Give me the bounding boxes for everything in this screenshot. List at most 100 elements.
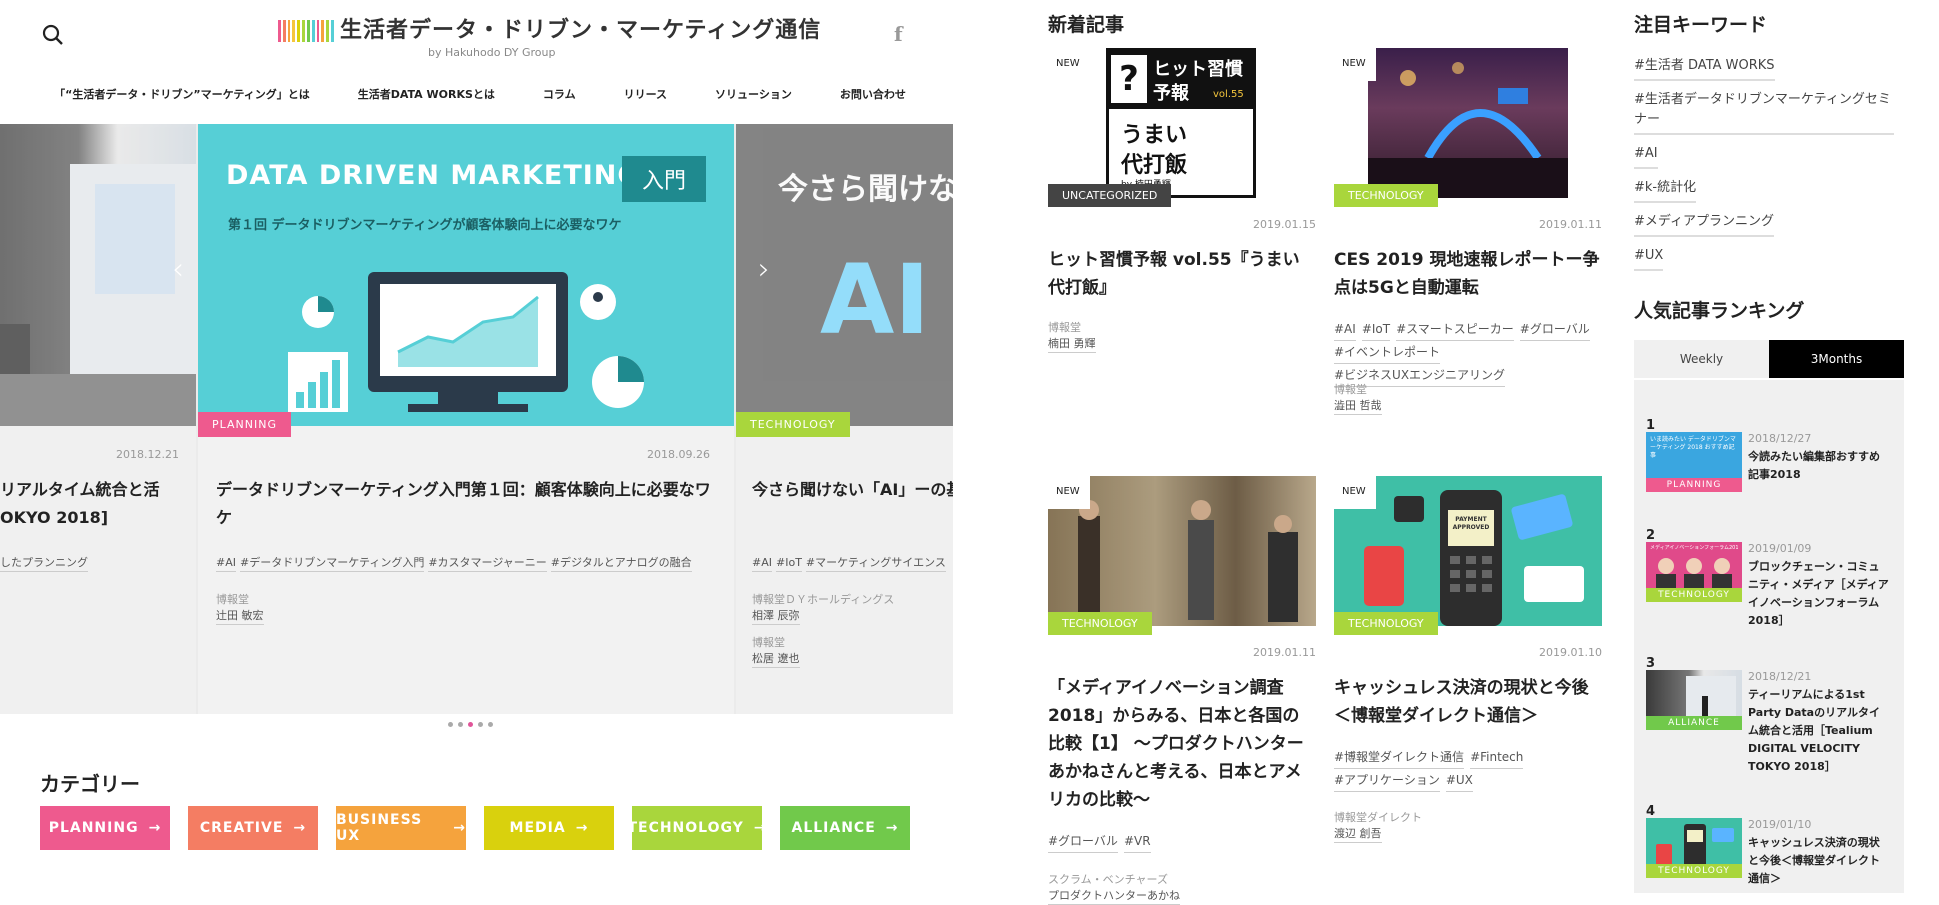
category-badge: PLANNING xyxy=(1646,478,1742,492)
keyword-link[interactable]: #生活者データドリブンマーケティングセミナー xyxy=(1634,90,1894,135)
category-label: ALLIANCE xyxy=(791,820,876,836)
tab-weekly[interactable]: Weekly xyxy=(1634,340,1769,378)
pagination-dot[interactable] xyxy=(458,722,463,727)
category-button-alliance[interactable]: ALLIANCE → xyxy=(780,806,910,850)
rank-title[interactable]: キャッシュレス決済の現状と今後＜博報堂ダイレクト通信＞ xyxy=(1748,834,1890,888)
banner-ai-text: AI xyxy=(820,244,931,356)
author-name[interactable]: 辻田 敏宏 xyxy=(216,608,264,625)
tag[interactable]: #Fintech xyxy=(1470,746,1524,769)
category-badge[interactable]: PLANNING xyxy=(198,412,291,437)
nav-item-about[interactable]: 「“生活者データ・ドリブン”マーケティング」とは xyxy=(54,86,310,108)
article-title[interactable]: ヒット習慣予報 vol.55『うまい代打飯』 xyxy=(1048,246,1316,302)
article-title[interactable]: 「メディアイノベーション調査2018」からみる、日本と各国の比較【1】 ～プロダ… xyxy=(1048,674,1316,814)
keyword-link[interactable]: #メディアプランニング xyxy=(1634,212,1774,237)
tag[interactable]: #IoT xyxy=(1361,318,1391,341)
ranking-list: 1 いま読みたい データドリブンマーケティング 2018 おすすめ記事 PLAN… xyxy=(1634,380,1904,893)
rank-number: 4 xyxy=(1646,804,1656,819)
tag[interactable]: #カスタマージャーニー xyxy=(428,556,547,572)
facebook-icon[interactable]: f xyxy=(894,22,903,46)
author-name[interactable]: 澁田 哲哉 xyxy=(1334,398,1382,415)
tag[interactable]: #アプリケーション xyxy=(1334,769,1440,792)
category-badge[interactable]: TECHNOLOGY xyxy=(1334,612,1438,635)
author-name[interactable]: 渡辺 創吾 xyxy=(1334,826,1382,843)
author-name[interactable]: プロダクトハンターあかね xyxy=(1048,888,1180,905)
article-card[interactable]: NEW TECHNOLOGY 2019.01.11 「メディアイノベーション調査… xyxy=(1048,476,1316,905)
article-card[interactable]: PAYMENT APPROVED NEW TECHNOLOGY 2019.01.… xyxy=(1334,476,1602,893)
slide-tags: #AI #IoT #マーケティングサイエンス xyxy=(752,554,950,572)
carousel-slide-next[interactable]: 今さら聞けな AI TECHNOLOGY 今さら聞けない「AI」ーの基礎知識 #… xyxy=(736,124,953,714)
rank-number: 3 xyxy=(1646,656,1656,671)
pagination-dot[interactable] xyxy=(488,722,493,727)
article-title[interactable]: キャッシュレス決済の現状と今後＜博報堂ダイレクト通信＞ xyxy=(1334,674,1602,730)
ranking-title: 人気記事ランキング xyxy=(1634,300,1805,322)
article-card[interactable]: ? ヒット習慣 予報 vol.55 うまい 代打飯 by 楠田勇輝 NEW UN… xyxy=(1048,48,1316,478)
pagination-dot[interactable] xyxy=(448,722,453,727)
carousel-next-arrow-icon[interactable]: › xyxy=(758,252,770,287)
thumb-text: うまい xyxy=(1121,123,1188,148)
author-name[interactable]: 相澤 辰弥 xyxy=(752,608,800,625)
pagination-dot-active[interactable] xyxy=(468,722,473,727)
main-nav: 「“生活者データ・ドリブン”マーケティング」とは 生活者DATA WORKSとは… xyxy=(0,86,960,108)
pagination-dot[interactable] xyxy=(478,722,483,727)
keyword-link[interactable]: #k-統計化 xyxy=(1634,178,1697,203)
article-tags: #博報堂ダイレクト通信 #Fintech #アプリケーション #UX xyxy=(1334,746,1602,792)
banner-badge: 入門 xyxy=(622,156,706,202)
tag[interactable]: #博報堂ダイレクト通信 xyxy=(1334,746,1465,769)
nav-item-release[interactable]: リリース xyxy=(624,86,667,108)
carousel-prev-arrow-icon[interactable]: ‹ xyxy=(172,252,184,287)
tag[interactable]: #VR xyxy=(1123,830,1151,853)
tag[interactable]: #UX xyxy=(1445,769,1473,792)
tag[interactable]: #IoT xyxy=(776,556,802,572)
category-badge[interactable]: UNCATEGORIZED xyxy=(1048,184,1172,207)
rank-title[interactable]: ティーリアムによる1st Party Dataのリアルタイム統合と活用［Teal… xyxy=(1748,686,1890,776)
category-button-creative[interactable]: CREATIVE → xyxy=(188,806,318,850)
arrow-right-icon: → xyxy=(885,820,899,836)
slide-title[interactable]: データドリブンマーケティング入門第１回：顧客体験向上に必要なワケ xyxy=(216,476,716,532)
tag[interactable]: #マーケティングサイエンス xyxy=(805,556,946,572)
featured-carousel[interactable]: 2018.12.21 リアルタイム統合と活 OKYO 2018] したプランニン… xyxy=(0,124,953,714)
tag[interactable]: #デジタルとアナログの融合 xyxy=(550,556,692,572)
nav-item-solution[interactable]: ソリューション xyxy=(715,86,792,108)
article-card[interactable]: NEW TECHNOLOGY 2019.01.11 CES 2019 現地速報レ… xyxy=(1334,48,1602,478)
article-title[interactable]: CES 2019 現地速報レポートー争点は5Gと自動運転 xyxy=(1334,246,1602,302)
tag[interactable]: #AI xyxy=(752,556,772,572)
slide-title[interactable]: リアルタイム統合と活 OKYO 2018] xyxy=(0,476,190,532)
keyword-link[interactable]: #生活者 DATA WORKS xyxy=(1634,56,1775,81)
tag[interactable]: #スマートスピーカー xyxy=(1396,318,1514,341)
event-photo xyxy=(1368,48,1568,198)
tag[interactable]: #グローバル xyxy=(1048,830,1118,853)
tag[interactable]: #イベントレポート xyxy=(1334,341,1441,364)
tab-3months[interactable]: 3Months xyxy=(1769,340,1904,378)
author-name[interactable]: 松居 遼也 xyxy=(752,651,800,668)
category-badge[interactable]: TECHNOLOGY xyxy=(1334,184,1438,207)
keyword-link[interactable]: #UX xyxy=(1634,246,1664,271)
tag[interactable]: したプランニング xyxy=(0,556,88,572)
carousel-slide-main[interactable]: DATA DRIVEN MARKETING 入門 第１回 データドリブンマーケテ… xyxy=(198,124,734,714)
category-buttons: PLANNING → CREATIVE → BUSINESS UX → MEDIA → … xyxy=(40,806,910,850)
category-button-planning[interactable]: PLANNING → xyxy=(40,806,170,850)
tag[interactable]: #AI xyxy=(216,556,236,572)
tag[interactable]: #AI xyxy=(1334,318,1356,341)
article-author: 博報堂 澁田 哲哉 xyxy=(1334,382,1382,415)
carousel-slide-prev[interactable]: 2018.12.21 リアルタイム統合と活 OKYO 2018] したプランニン… xyxy=(0,124,196,714)
rank-title[interactable]: ブロックチェーン・コミュニティ・メディア［メディアイノベーションフォーラム201… xyxy=(1748,558,1890,630)
rank-title[interactable]: 今読みたい編集部おすすめ記事2018 xyxy=(1748,448,1890,484)
nav-item-data-works[interactable]: 生活者DATA WORKSとは xyxy=(358,86,495,108)
nav-item-contact[interactable]: お問い合わせ xyxy=(840,86,906,108)
search-icon[interactable] xyxy=(40,22,66,48)
monitor-illustration xyxy=(288,272,644,412)
category-button-media[interactable]: MEDIA → xyxy=(484,806,614,850)
slide-title[interactable]: 今さら聞けない「AI」ーの基礎知識 xyxy=(752,476,953,504)
category-button-business-ux[interactable]: BUSINESS UX → xyxy=(336,806,466,850)
nav-item-column[interactable]: コラム xyxy=(543,86,576,108)
arrow-right-icon: → xyxy=(753,820,767,836)
site-logo[interactable]: 生活者データ・ドリブン・マーケティング通信 xyxy=(340,12,821,44)
author-name[interactable]: 楠田 勇輝 xyxy=(1048,336,1096,353)
category-badge[interactable]: TECHNOLOGY xyxy=(1048,612,1152,635)
tag[interactable]: #データドリブンマーケティング入門 xyxy=(240,556,425,572)
category-badge[interactable]: TECHNOLOGY xyxy=(736,412,850,437)
ranking-tabs: Weekly 3Months xyxy=(1634,340,1904,378)
tag[interactable]: #グローバル xyxy=(1519,318,1590,341)
keyword-link[interactable]: #AI xyxy=(1634,144,1658,169)
category-button-technology[interactable]: TECHNOLOGY → xyxy=(627,806,766,850)
